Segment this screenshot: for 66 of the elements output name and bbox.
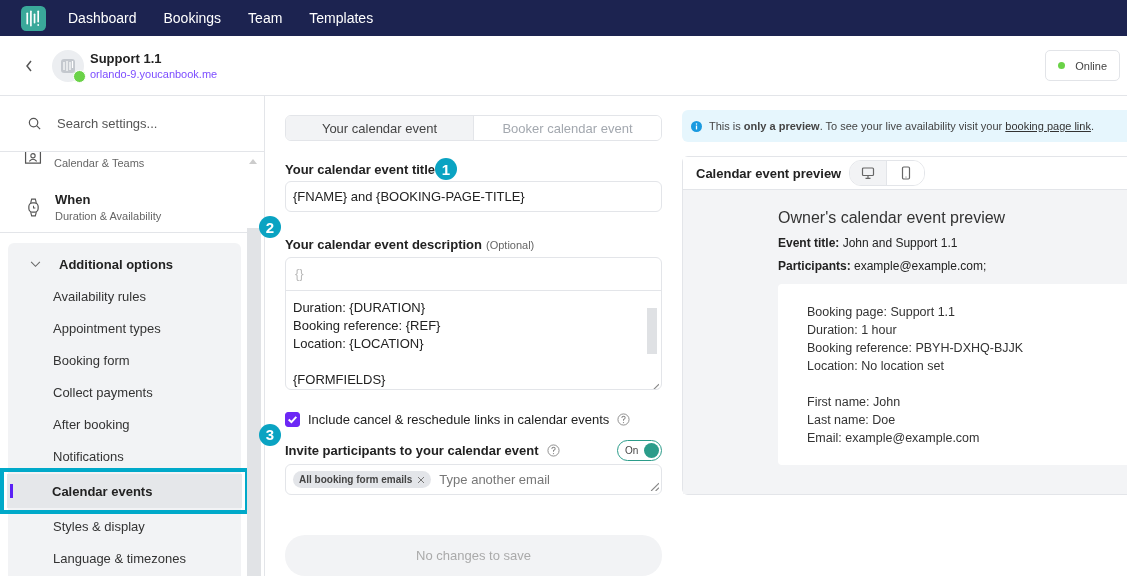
- step-marker: 2: [259, 216, 281, 239]
- checkbox-label[interactable]: Include cancel & reschedule links in calendar events: [308, 411, 610, 427]
- sidebar-item[interactable]: Appointment types: [8, 312, 244, 344]
- sidebar-item[interactable]: Language & timezones: [8, 542, 244, 574]
- description-line: {FORMFIELDS}: [293, 370, 387, 389]
- logo-icon[interactable]: [21, 5, 46, 31]
- chevron-icon: [30, 261, 41, 268]
- preview-heading: Owner's calendar event preview: [778, 209, 1007, 227]
- sidebar-item[interactable]: Booking form: [8, 344, 244, 376]
- watch-icon: [27, 197, 40, 217]
- section-subtitle: Calendar & Teams: [54, 157, 145, 169]
- email-chip: All booking form emails: [293, 471, 432, 489]
- description-line: First name: John: [807, 394, 902, 411]
- nav-link[interactable]: Bookings: [163, 10, 222, 26]
- description-line: Duration: 1 hour: [807, 322, 898, 339]
- page-title: Support 1.1: [90, 51, 163, 66]
- description-line: Booking reference: PBYH-DXHQ-BJJK: [807, 340, 1025, 357]
- booking-url-link[interactable]: orlando-9.youcanbook.me: [90, 68, 218, 80]
- step-marker: 3: [259, 423, 281, 446]
- nav-link[interactable]: Templates: [309, 10, 374, 26]
- sidebar-item[interactable]: Availability rules: [8, 280, 244, 312]
- tab[interactable]: Your calendar event: [286, 116, 474, 141]
- description-line: Location: {LOCATION}: [293, 334, 425, 353]
- checkbox[interactable]: [285, 411, 300, 427]
- contact-card-icon: [23, 152, 43, 165]
- help-icon[interactable]: [617, 412, 631, 426]
- desktop-icon: [861, 166, 876, 180]
- preview-field: Participants: example@example.com;: [778, 259, 1127, 273]
- preview-field: Event title: John and Support 1.1: [778, 236, 1127, 250]
- booking-page-link[interactable]: booking page link: [1005, 120, 1091, 132]
- group-header[interactable]: Additional options: [8, 249, 174, 280]
- desktop-view-button[interactable]: [850, 161, 888, 185]
- help-icon[interactable]: [546, 444, 560, 457]
- sidebar-item[interactable]: Calendar events: [7, 474, 242, 508]
- step-marker: 1: [435, 158, 458, 181]
- status-button[interactable]: Online: [1045, 50, 1120, 81]
- card-title: Calendar event preview: [696, 165, 842, 181]
- avatar-icon: [52, 49, 84, 82]
- remove-icon[interactable]: [417, 475, 426, 484]
- nav-link[interactable]: Dashboard: [68, 10, 137, 26]
- notice-text: This is only a preview. To see your live availability visit your booking page link.: [709, 120, 1094, 132]
- scrollbar[interactable]: [247, 228, 261, 576]
- description-line: Booking page: Support 1.1: [807, 304, 957, 321]
- email-field[interactable]: All booking form emails Type another email: [285, 464, 662, 496]
- description-line: Last name: Doe: [807, 412, 897, 429]
- resize-grip-icon[interactable]: [650, 482, 659, 492]
- search-icon: [27, 116, 42, 131]
- description-line: Email: example@example.com: [807, 430, 981, 447]
- info-icon: [691, 120, 702, 132]
- field-label: Invite participants to your calendar event: [285, 443, 539, 458]
- sidebar-item[interactable]: Notifications: [8, 440, 244, 472]
- description-line: Duration: {DURATION}: [293, 298, 426, 317]
- description-field[interactable]: {} Duration: {DURATION} Booking reference: {REF} Location: {LOCATION} {FORMFIELDS}: [285, 256, 662, 391]
- description-line: Location: No location set: [807, 358, 945, 375]
- sidebar-item[interactable]: Collect payments: [8, 376, 244, 408]
- optional-hint: (Optional): [486, 238, 535, 251]
- description-line: Booking reference: {REF}: [293, 316, 442, 335]
- sidebar-item[interactable]: After booking: [8, 408, 244, 440]
- nav-link[interactable]: Team: [248, 10, 283, 26]
- section-title[interactable]: When: [55, 192, 162, 207]
- section-subtitle: Duration & Availability: [55, 210, 162, 222]
- field-label: Your calendar event title: [285, 161, 436, 177]
- sidebar-item[interactable]: Styles & display: [8, 510, 244, 542]
- field-label: Your calendar event description: [285, 237, 482, 253]
- toggle-switch[interactable]: On: [617, 440, 662, 461]
- title-field[interactable]: {FNAME} and {BOOKING-PAGE-TITLE}: [285, 181, 662, 213]
